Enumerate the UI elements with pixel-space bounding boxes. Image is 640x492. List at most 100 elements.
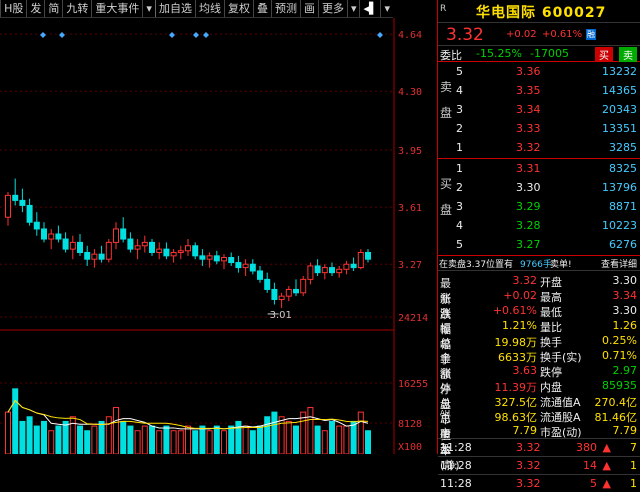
stat-value-2: 3.30	[613, 304, 638, 317]
toolbar-dropdown-icon[interactable]: ▾	[142, 0, 155, 17]
toolbar-btn-draw[interactable]: 画	[300, 0, 318, 17]
ask-level: 1	[456, 141, 463, 154]
toolbar-btn-jiuzhuan[interactable]: 九转	[62, 0, 91, 17]
tick-list: 11:283.32380▲711:283.3214▲111:283.325▲1	[438, 438, 640, 492]
candle-body	[286, 289, 291, 296]
stat-row: 振幅1.21%量比1.26	[438, 318, 640, 333]
volume-bar	[157, 431, 162, 454]
ask-row[interactable]: 23.3313351	[438, 119, 640, 138]
ask-volume: 14365	[602, 84, 637, 97]
volume-bar	[56, 426, 61, 454]
candle-body	[56, 234, 61, 239]
toolbar-dropdown-icon-2[interactable]: ▾	[347, 0, 360, 17]
sell-button[interactable]: 卖	[619, 47, 637, 62]
bid-volume: 8871	[609, 200, 637, 213]
bid-level: 1	[456, 162, 463, 175]
ask-row[interactable]: 43.3514365	[438, 81, 640, 100]
candle-body	[351, 264, 356, 267]
alert-suffix: 卖单!	[550, 257, 572, 270]
order-alert[interactable]: 在卖盘3.37位置有 9766手 卖单! 查看详细	[438, 255, 640, 271]
stat-row: 外盘11.39万内盘85935	[438, 378, 640, 393]
stat-value-2: 1.26	[613, 319, 638, 332]
tick-volume: 14	[583, 459, 597, 472]
candle-body	[301, 279, 306, 292]
price-tick-label: 3.61	[398, 203, 422, 214]
bid-price: 3.28	[516, 219, 541, 232]
bid-row[interactable]: 33.298871	[438, 197, 640, 216]
ask-level: 3	[456, 103, 463, 116]
stat-value-2: 2.97	[613, 364, 638, 377]
stat-value-2: 0.71%	[602, 349, 637, 362]
candle-body	[92, 254, 97, 259]
bid-row[interactable]: 23.3013796	[438, 178, 640, 197]
candle-body	[49, 234, 54, 239]
volume-bar	[171, 431, 176, 454]
event-marker-icon	[203, 32, 209, 38]
toolbar-btn-adjust[interactable]: 复权	[224, 0, 253, 17]
candle-body	[308, 266, 313, 279]
bid-level: 2	[456, 181, 463, 194]
ask-row[interactable]: 53.3613232	[438, 62, 640, 81]
alert-volume: 9766手	[520, 257, 552, 270]
stat-row: 最新3.32开盘3.30	[438, 273, 640, 288]
tick-count: 1	[630, 459, 637, 472]
candle-body	[114, 229, 119, 242]
stat-value-2: 7.79	[613, 424, 638, 437]
candles: 3.01	[6, 179, 371, 321]
weibi-row: 委比 -15.25% -17005 买 卖	[438, 46, 640, 62]
tick-price: 3.32	[516, 459, 541, 472]
toolbar-btn-overlay[interactable]: 叠	[253, 0, 271, 17]
candle-body	[200, 256, 205, 259]
volume-bar	[337, 426, 342, 454]
event-marker-icon	[169, 32, 175, 38]
volume-bar	[142, 426, 147, 454]
volume-bar	[214, 426, 219, 454]
volume-bar	[150, 426, 155, 454]
last-price: 3.32	[446, 25, 484, 45]
up-arrow-icon: ▲	[603, 459, 611, 472]
toolbar-btn-fa[interactable]: 发	[26, 0, 44, 17]
ask-level: 5	[456, 65, 463, 78]
stat-label: 总股本AH	[440, 409, 450, 423]
kline-chart[interactable]: 3.01 4.644.303.953.613.2724214162558128X…	[0, 18, 436, 454]
candle-body	[315, 266, 320, 273]
r-label: R	[440, 4, 446, 14]
stat-value: 7.79	[513, 424, 538, 437]
toolbar-btn-jian[interactable]: 简	[44, 0, 62, 17]
toolbar-btn-ma[interactable]: 均线	[195, 0, 224, 17]
price-change-pct: +0.61%	[542, 29, 582, 40]
toolbar-btn-more[interactable]: 更多	[318, 0, 347, 17]
toolbar-dropdown-icon-3[interactable]: ▾	[380, 0, 393, 17]
toolbar-btn-add-watchlist[interactable]: 加自选	[155, 0, 195, 17]
ask-row[interactable]: 13.323285	[438, 138, 640, 157]
volume-bar	[34, 426, 39, 454]
toolbar-btn-major-events[interactable]: 重大事件	[91, 0, 142, 17]
bid-row[interactable]: 13.318325	[438, 159, 640, 178]
candle-body	[121, 229, 126, 239]
event-marker-icon	[40, 32, 46, 38]
ask-volume: 13351	[602, 122, 637, 135]
bid-book: 买盘 13.31832523.301379633.29887143.281022…	[438, 159, 640, 255]
bid-row[interactable]: 53.276276	[438, 235, 640, 254]
event-markers	[40, 32, 383, 38]
buy-button[interactable]: 买	[595, 47, 613, 62]
alert-detail-link[interactable]: 查看详细	[601, 257, 637, 270]
volume-tick-label: 16255	[398, 379, 428, 390]
toolbar-btn-hshare[interactable]: H股	[0, 0, 26, 17]
ask-price: 3.33	[516, 122, 541, 135]
volume-bar	[250, 431, 255, 454]
alert-prefix: 在卖盘3.37位置有	[439, 257, 513, 270]
panel-toggle-icon[interactable]: ◂▌	[359, 0, 380, 17]
toolbar-btn-forecast[interactable]: 预测	[271, 0, 300, 17]
volume-bar	[178, 431, 183, 454]
candle-body	[272, 289, 277, 299]
ask-volume: 20343	[602, 103, 637, 116]
bid-row[interactable]: 43.2810223	[438, 216, 640, 235]
ask-row[interactable]: 33.3420343	[438, 100, 640, 119]
weibi-value: -15.25%	[476, 47, 522, 60]
price-axis: 4.644.303.953.613.2724214162558128X100	[398, 30, 428, 453]
volume-bar	[49, 431, 54, 454]
tick-time: 11:28	[440, 459, 472, 472]
stat-row: 市盈(静)7.79市盈(动)7.79	[438, 423, 640, 438]
volume-bar	[344, 426, 349, 454]
